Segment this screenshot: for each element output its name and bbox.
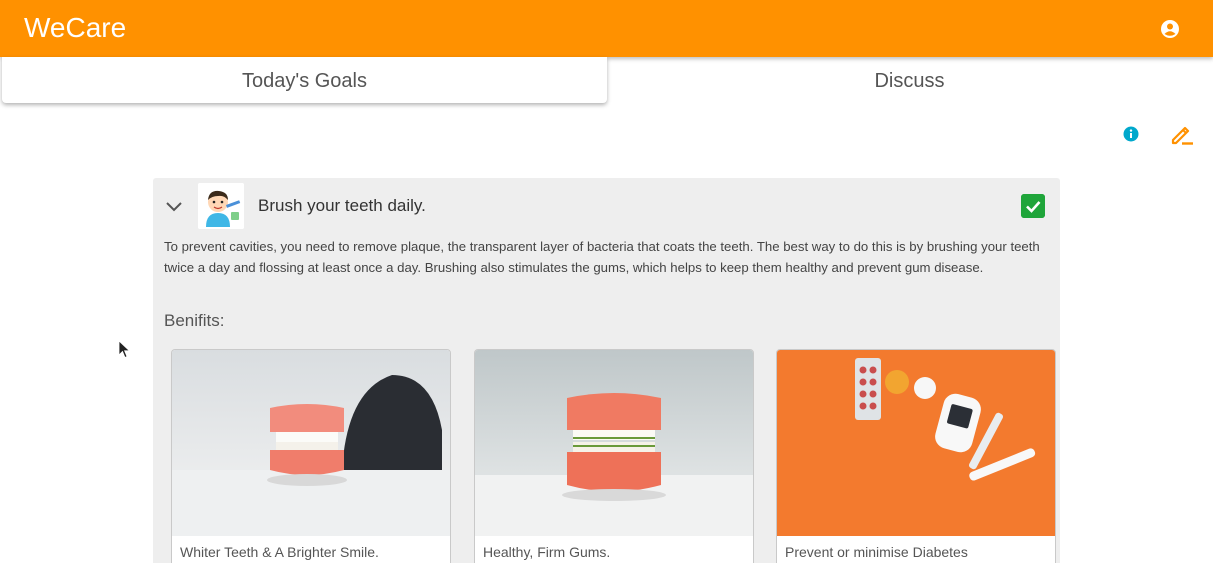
- goal-card: Brush your teeth daily. To prevent cavit…: [153, 178, 1060, 563]
- toothbrush-boy-image: [198, 183, 244, 229]
- benefit-card-healthy-gums[interactable]: Healthy, Firm Gums.: [474, 349, 754, 563]
- tab-todays-goals[interactable]: Today's Goals: [2, 57, 607, 103]
- benefit-caption: Healthy, Firm Gums.: [483, 544, 611, 560]
- chevron-down-icon[interactable]: [163, 196, 185, 216]
- benefit-caption: Prevent or minimise Diabetes: [785, 544, 968, 560]
- info-icon[interactable]: [1123, 126, 1139, 142]
- benefit-caption: Whiter Teeth & A Brighter Smile.: [180, 544, 379, 560]
- app-bar: WeCare: [0, 0, 1213, 57]
- mouse-pointer-icon: [118, 340, 131, 359]
- edit-icon[interactable]: [1169, 121, 1195, 147]
- app-title: WeCare: [24, 12, 127, 43]
- benefit-image-dentures: [172, 350, 450, 536]
- tab-discuss[interactable]: Discuss: [607, 57, 1212, 103]
- benefits-heading: Benifits:: [164, 311, 225, 330]
- tab-bar: Today's Goals Discuss: [0, 57, 1213, 103]
- account-icon[interactable]: [1160, 19, 1180, 39]
- benefit-card-prevent-diabetes[interactable]: Prevent or minimise Diabetes: [776, 349, 1056, 563]
- benefit-image-diabetes-kit: [777, 350, 1055, 536]
- goal-description: To prevent cavities, you need to remove …: [164, 239, 1040, 275]
- goal-title: Brush your teeth daily.: [258, 196, 426, 215]
- benefit-image-braces: [475, 350, 753, 536]
- benefit-card-whiter-teeth[interactable]: Whiter Teeth & A Brighter Smile.: [171, 349, 451, 563]
- goal-complete-checkbox[interactable]: [1021, 194, 1045, 218]
